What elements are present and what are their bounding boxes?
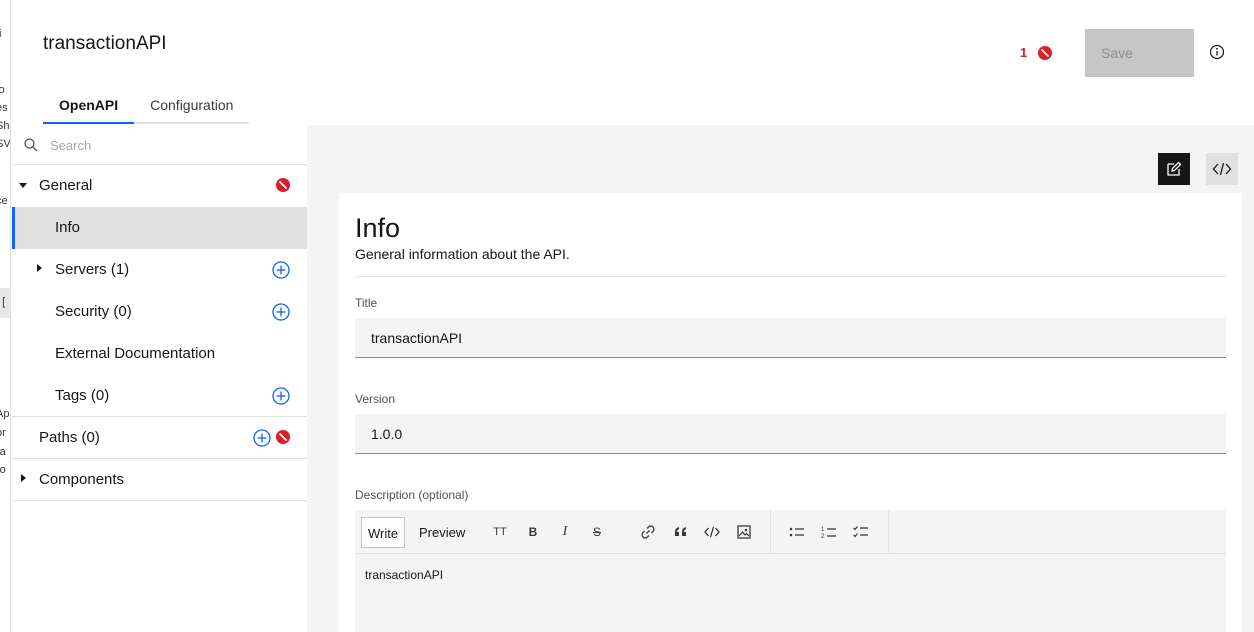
add-security-icon[interactable] [272,303,290,321]
section-description: General information about the API. [355,246,570,262]
task-list-tool[interactable] [851,523,871,541]
add-tag-icon[interactable] [272,387,290,405]
chevron-right-icon[interactable] [21,474,26,482]
tab-openapi[interactable]: OpenAPI [43,86,135,124]
background-text: SV [0,138,11,150]
link-tool[interactable] [638,523,658,541]
sidebar-group-paths[interactable]: Paths (0) [12,417,307,459]
code-tool[interactable] [702,523,722,541]
chevron-down-icon[interactable] [19,183,27,188]
sidebar-item-label: External Documentation [55,345,216,362]
svg-text:2: 2 [821,534,825,539]
sidebar-item-label: Info [55,219,81,236]
title-label: Title [355,296,378,310]
quote-tool[interactable] [671,523,691,541]
error-count[interactable]: 1 [1020,45,1027,60]
toolbar-separator [770,510,771,554]
sidebar-item-label: General [39,177,93,194]
page-header: transactionAPI OpenAPI Configuration 1 S… [12,0,1254,125]
background-window-edge: ti lo es Sh SV ce : [ Ap or ra ro [0,0,11,632]
sidebar-item-label: Servers (1) [55,261,130,278]
add-server-icon[interactable] [272,261,290,279]
sidebar-group-components[interactable]: Components [12,459,307,501]
app-window: ti lo es Sh SV ce : [ Ap or ra ro transa… [0,0,1254,632]
numbered-list-icon: 1 2 [821,527,836,539]
link-icon [641,525,655,539]
markdown-toolbar: Write Preview TT B I S 1 2 [355,510,1226,554]
editor-tabs: OpenAPI Configuration [43,86,250,124]
bulleted-list-tool[interactable] [787,523,807,541]
description-textarea[interactable]: transactionAPI [355,554,1226,632]
background-text: ra [0,446,6,458]
version-input[interactable]: 1.0.0 [355,414,1226,454]
background-text: ce [0,195,8,207]
background-text: Ap [0,408,10,420]
description-label: Description (optional) [355,488,469,502]
sidebar-item-label: Tags (0) [55,387,110,404]
strikethrough-tool[interactable]: S [587,523,607,541]
background-text: es [0,102,8,114]
svg-text:1: 1 [821,527,825,533]
edit-icon [1167,161,1182,176]
sidebar-group-general[interactable]: General [12,165,307,207]
write-tab[interactable]: Write [361,517,406,548]
background-text: lo [0,84,5,96]
error-icon [276,430,290,444]
background-text: : [ [0,296,6,308]
add-path-icon[interactable] [253,429,271,447]
error-icon [276,178,290,192]
code-icon [704,526,720,538]
heading-tool[interactable]: TT [490,523,510,541]
bulleted-list-icon [789,527,804,537]
form-view-button[interactable] [1158,153,1190,185]
sidebar-item-external-documentation[interactable]: External Documentation [12,333,307,375]
task-list-icon [853,526,868,538]
italic-tool[interactable]: I [555,523,575,541]
chevron-right-icon[interactable] [37,264,42,272]
search-icon [24,138,38,152]
sidebar-item-servers[interactable]: Servers (1) [12,249,307,291]
sidebar-item-info[interactable]: Info [12,207,307,249]
numbered-list-tool[interactable]: 1 2 [819,523,839,541]
main-panel: Info General information about the API. … [307,125,1254,632]
info-card: Info General information about the API. … [339,193,1242,632]
sidebar-search [12,125,307,165]
image-tool[interactable] [734,523,754,541]
sidebar-item-tags[interactable]: Tags (0) [12,375,307,417]
divider [355,276,1226,277]
background-text: or [0,427,6,439]
sidebar-item-label: Paths (0) [39,429,100,446]
error-icon[interactable] [1038,46,1052,60]
background-text: Sh [0,120,10,132]
info-icon[interactable] [1209,44,1225,60]
version-label: Version [355,392,396,406]
preview-tab[interactable]: Preview [413,517,471,548]
tab-configuration[interactable]: Configuration [134,86,249,124]
sidebar-item-label: Security (0) [55,303,132,320]
source-view-button[interactable] [1206,153,1238,185]
sidebar: General Info Servers (1) Security (0) [12,125,307,632]
bold-tool[interactable]: B [523,523,543,541]
code-icon [1212,162,1232,176]
image-icon [737,525,751,539]
search-input[interactable] [50,135,290,155]
background-text: ro [0,464,6,476]
toolbar-separator [888,510,889,554]
api-title: transactionAPI [43,33,167,54]
sidebar-item-security[interactable]: Security (0) [12,291,307,333]
section-title: Info [355,213,401,243]
sidebar-item-label: Components [39,471,125,488]
save-button[interactable]: Save [1085,29,1194,77]
background-text: ti [0,28,2,40]
title-input[interactable]: transactionAPI [355,318,1226,358]
quote-icon [675,527,686,536]
